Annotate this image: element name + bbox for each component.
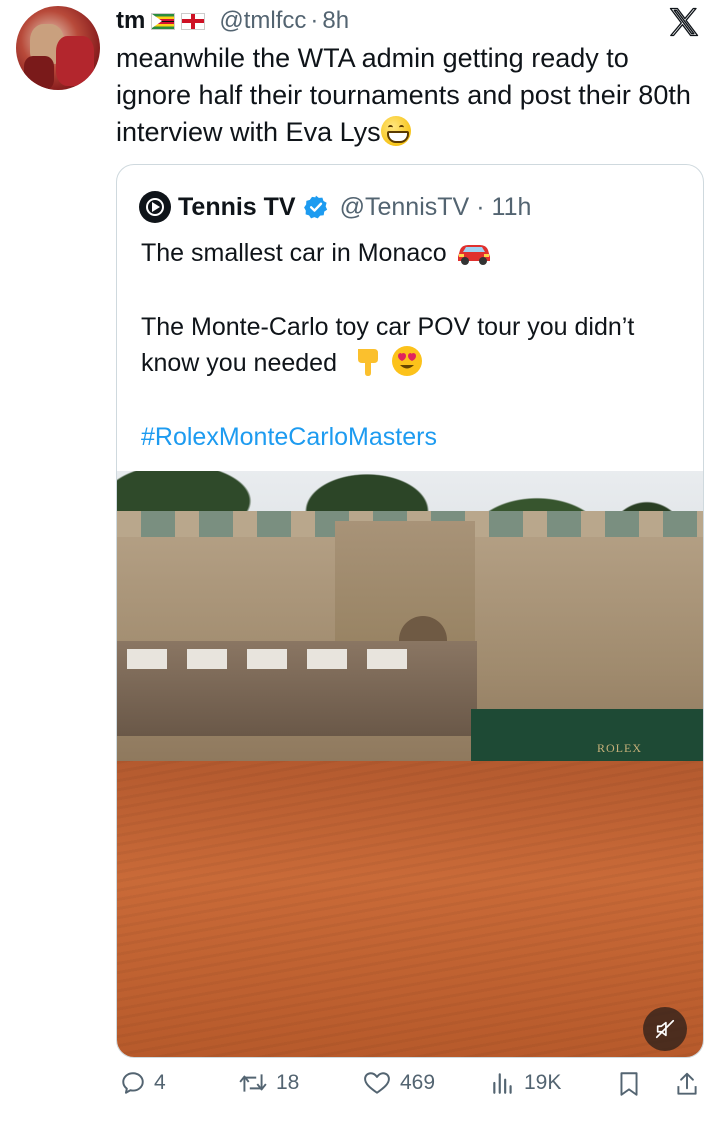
quoted-line-1: The smallest car in Monaco [141,235,681,271]
author-handle[interactable]: @tmlfcc [219,7,306,35]
quoted-line-2: The Monte-Carlo toy car POV tour you did… [141,309,681,381]
views-count: 19K [524,1071,562,1094]
x-logo-icon [669,7,699,37]
avatar-shadow [24,56,54,90]
quoted-tweet-card[interactable]: Tennis TV @TennisTV · 11h The smallest c… [116,164,704,1058]
separator-dot: · [310,7,319,34]
repost-button[interactable]: 18 [238,1070,299,1096]
tweet-header: tm @tmlfcc · 8h [116,6,349,36]
quoted-tweet-header: Tennis TV @TennisTV · 11h [139,191,531,223]
repost-icon [239,1074,267,1092]
separator-dot: · [476,192,485,221]
tweet-time[interactable]: 8h [322,7,349,35]
heart-eyes-face-icon [391,346,422,376]
repost-count: 18 [276,1071,300,1094]
views-chart-icon [493,1073,512,1094]
zimbabwe-flag-icon [151,12,176,30]
quoted-tweet-text: The smallest car in Monaco The Monte-Car… [141,235,681,455]
avatar-shirt [56,36,94,86]
tennis-tv-avatar-icon[interactable] [139,191,171,223]
author-display-name[interactable]: tm [116,7,145,35]
share-button[interactable] [674,1070,700,1098]
video-umbrellas [127,649,427,669]
quoted-handle[interactable]: @TennisTV [340,193,470,222]
share-icon [677,1072,697,1095]
muted-speaker-icon [655,1019,675,1039]
backhand-index-pointing-down-icon [357,349,378,376]
grinning-face-icon [380,116,411,146]
verified-badge-icon [303,195,327,219]
video-player[interactable]: ROLEX [117,471,703,1057]
quoted-time[interactable]: 11h [492,193,532,222]
mute-button[interactable] [643,1007,687,1051]
hashtag-link[interactable]: #RolexMonteCarloMasters [141,423,437,451]
reply-count: 4 [154,1071,166,1094]
quoted-line-2-text: The Monte-Carlo toy car POV tour you did… [141,313,635,377]
quoted-line-1-text: The smallest car in Monaco [141,239,447,267]
reply-button[interactable]: 4 [120,1070,166,1096]
author-avatar[interactable] [16,6,100,90]
heart-icon [364,1072,390,1094]
rolex-sign: ROLEX [597,741,642,755]
like-button[interactable]: 469 [362,1070,435,1096]
tweet-action-bar: 4 18 469 19K [116,1070,706,1106]
quoted-display-name[interactable]: Tennis TV [178,193,296,222]
tweet-text: meanwhile the WTA admin getting ready to… [116,40,706,151]
red-car-icon [457,245,490,265]
views-button[interactable]: 19K [490,1070,561,1096]
reply-icon [122,1072,144,1094]
video-clay-court [117,761,703,1057]
video-green-backdrop [471,709,703,769]
like-count: 469 [400,1071,436,1094]
bookmark-button[interactable] [616,1070,642,1098]
bookmark-icon [620,1072,638,1096]
england-flag-icon [181,12,206,30]
